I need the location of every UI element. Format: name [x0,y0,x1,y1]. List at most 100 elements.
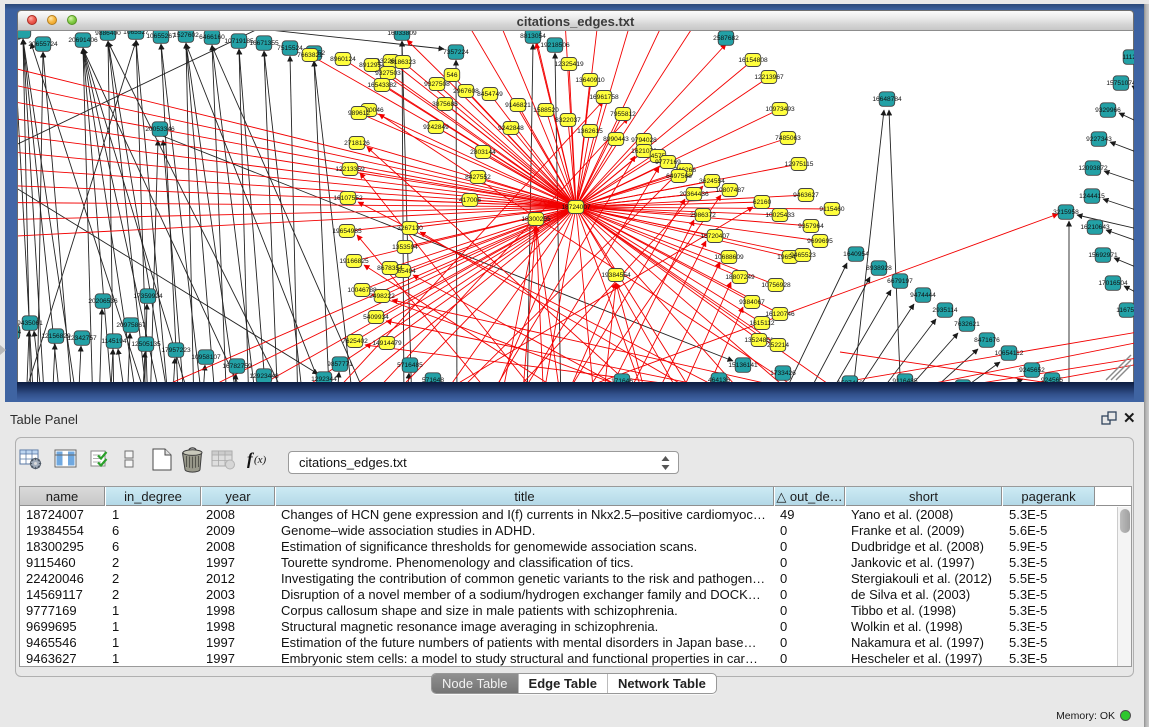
svg-text:9242848: 9242848 [498,125,524,132]
svg-text:9327508: 9327508 [424,81,450,88]
svg-text:3215958: 3215958 [1053,209,1079,216]
svg-text:7357224: 7357224 [443,49,469,56]
svg-text:16648784: 16648784 [872,96,902,103]
svg-text:1615112: 1615112 [749,320,775,327]
svg-text:1640954: 1640954 [843,251,869,258]
svg-text:20975867: 20975867 [116,322,146,329]
svg-text:7663822: 7663822 [297,52,323,59]
svg-text:18724007: 18724007 [561,204,591,211]
svg-text:19166825: 19166825 [339,258,369,265]
svg-text:19384554: 19384554 [601,272,631,279]
svg-text:1145194: 1145194 [101,338,127,345]
svg-text:8990443: 8990443 [603,136,629,143]
svg-text:20691406: 20691406 [68,37,98,44]
svg-text:16107552: 16107552 [333,195,363,202]
svg-text:17359924: 17359924 [133,293,163,300]
svg-text:12325419: 12325419 [554,61,584,68]
svg-text:19654985: 19654985 [332,228,362,235]
svg-text:9857771: 9857771 [327,361,353,368]
svg-text:10654112: 10654112 [995,350,1024,357]
svg-text:5716485: 5716485 [397,362,423,369]
svg-text:7485063: 7485063 [775,135,801,142]
svg-text:6679197: 6679197 [887,278,913,285]
svg-text:1527602: 1527602 [173,32,199,39]
svg-text:9245652: 9245652 [1019,367,1045,374]
svg-text:1292344: 1292344 [311,376,337,382]
svg-text:20364436: 20364436 [679,191,709,198]
svg-text:17016504: 17016504 [1098,280,1128,287]
svg-text:10655267: 10655267 [146,33,176,40]
svg-text:16782759: 16782759 [222,363,252,370]
svg-text:16543382: 16543382 [367,82,397,89]
svg-text:20206536: 20206536 [88,298,118,305]
svg-text:10973493: 10973493 [765,106,795,113]
svg-text:12505135: 12505135 [131,341,161,348]
svg-text:9474444: 9474444 [910,292,936,299]
svg-text:9327503: 9327503 [375,70,401,77]
svg-text:2718126: 2718126 [344,140,370,147]
svg-text:16210643: 16210643 [1080,224,1110,231]
svg-text:18300295: 18300295 [521,216,551,223]
svg-text:12342757: 12342757 [67,335,97,342]
svg-text:7632621: 7632621 [954,321,980,328]
svg-text:9115460: 9115460 [819,206,845,213]
svg-text:10688609: 10688609 [714,254,744,261]
svg-text:16154808: 16154808 [738,57,768,64]
svg-text:17957223: 17957223 [161,347,191,354]
svg-text:15751074: 15751074 [1106,80,1134,87]
svg-text:417006: 417006 [459,197,481,204]
svg-text:3498222: 3498222 [369,293,395,300]
svg-text:15136141: 15136141 [728,362,758,369]
svg-text:20655724: 20655724 [28,41,58,48]
svg-text:12213967: 12213967 [754,74,784,81]
svg-text:1362615: 1362615 [577,128,603,135]
svg-text:1588520: 1588520 [533,107,559,114]
svg-text:16961758: 16961758 [589,94,619,101]
svg-text:8454749: 8454749 [477,91,503,98]
svg-text:14914479: 14914479 [372,340,402,347]
svg-text:16120746: 16120746 [765,311,795,318]
svg-text:18807249: 18807249 [725,274,755,281]
svg-text:15692971: 15692971 [1088,252,1118,259]
svg-text:9384067: 9384067 [739,299,765,306]
svg-text:8938928: 8938928 [866,265,892,272]
svg-text:1733426: 1733426 [770,370,796,377]
svg-text:2935114: 2935114 [932,307,958,314]
svg-text:9699695: 9699695 [807,238,833,245]
svg-text:8186323: 8186323 [390,59,416,66]
svg-text:464136: 464136 [708,377,730,382]
svg-text:1537416: 1537416 [837,380,863,382]
svg-text:7515524: 7515524 [277,45,303,52]
svg-text:3624554: 3624554 [699,178,725,185]
svg-text:12923448: 12923448 [249,373,279,380]
svg-text:9329966: 9329966 [1095,107,1121,114]
svg-text:13640910: 13640910 [575,77,605,84]
svg-text:12093872: 12093872 [1078,165,1108,172]
svg-text:8471676: 8471676 [974,337,1000,344]
svg-text:9463627: 9463627 [793,192,819,199]
svg-text:116753: 116753 [1116,307,1134,314]
svg-text:1353594: 1353594 [392,244,418,251]
svg-text:9465523: 9465523 [790,252,816,259]
svg-text:11124: 11124 [1122,54,1134,61]
svg-text:7955812: 7955812 [610,111,636,118]
svg-text:19218506: 19218506 [540,42,570,49]
svg-text:9116485: 9116485 [892,378,918,382]
svg-text:16033809: 16033809 [387,31,417,37]
svg-text:571648: 571648 [422,377,444,382]
svg-text:5409934: 5409934 [363,314,389,321]
svg-text:2803144: 2803144 [470,149,496,156]
svg-text:9242849: 9242849 [423,124,449,131]
svg-text:3267130: 3267130 [397,225,423,232]
svg-text:546: 546 [446,72,457,79]
svg-text:10025433: 10025433 [765,212,795,219]
svg-text:62160: 62160 [753,199,772,206]
svg-text:171646: 171646 [611,378,633,382]
svg-text:10807487: 10807487 [715,187,745,194]
svg-text:15720407: 15720407 [700,233,730,240]
svg-text:(x): (x) [254,454,267,466]
svg-text:12213369: 12213369 [335,166,365,173]
svg-text:2587682: 2587682 [713,35,739,42]
svg-text:9435061: 9435061 [18,320,43,327]
svg-text:9146821: 9146821 [505,102,531,109]
